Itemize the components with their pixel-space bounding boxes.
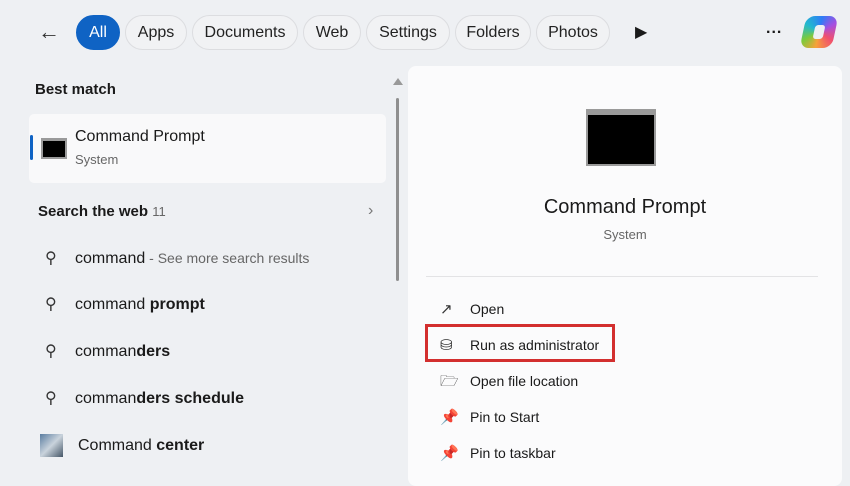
- action-label: Pin to taskbar: [470, 445, 556, 461]
- command-prompt-large-icon: [586, 109, 656, 166]
- result-text: Command: [78, 437, 157, 454]
- best-match-title: Command Prompt: [75, 128, 205, 145]
- result-text: comman: [75, 343, 137, 360]
- tab-settings[interactable]: Settings: [366, 15, 450, 50]
- action-label: Pin to Start: [470, 409, 540, 425]
- search-web-label: Search the web: [38, 203, 149, 220]
- result-text-bold: center: [156, 437, 205, 454]
- search-icon: ⚲: [45, 343, 57, 360]
- web-result[interactable]: ⚲ commanders schedule: [45, 387, 244, 411]
- best-match-result[interactable]: [29, 114, 386, 183]
- best-match-subtitle: System: [75, 152, 119, 167]
- thumbnail-image: [40, 434, 78, 458]
- search-icon: ⚲: [45, 390, 57, 407]
- pin-icon: 📌: [440, 409, 459, 426]
- pin-icon: 📌: [440, 445, 459, 462]
- action-label: Open: [470, 301, 505, 317]
- web-result[interactable]: ⚲ commanders: [45, 340, 170, 364]
- result-text: command: [75, 250, 146, 267]
- result-text-bold: prompt: [149, 296, 205, 313]
- action-label: Run as administrator: [470, 337, 600, 353]
- scrollbar-thumb[interactable]: [396, 98, 399, 281]
- command-prompt-icon: [41, 138, 67, 159]
- copilot-icon[interactable]: [799, 16, 839, 48]
- details-title: Command Prompt: [543, 196, 707, 218]
- chevron-right-icon[interactable]: ›: [368, 202, 373, 220]
- action-run-as-administrator[interactable]: ⛁ Run as administrator: [440, 334, 599, 356]
- selection-indicator: [30, 135, 33, 160]
- tab-documents[interactable]: Documents: [192, 15, 298, 50]
- tab-web[interactable]: Web: [303, 15, 361, 50]
- result-text: command: [75, 296, 150, 313]
- search-icon: ⚲: [45, 296, 57, 313]
- search-web-count: 11: [152, 204, 166, 219]
- search-web-heading[interactable]: Search the web 11: [38, 203, 166, 220]
- divider: [426, 276, 818, 277]
- tab-photos[interactable]: Photos: [536, 15, 610, 50]
- more-tabs-play-icon[interactable]: ▶: [635, 22, 647, 42]
- action-open[interactable]: ↗ Open: [440, 298, 504, 320]
- details-subtitle: System: [603, 227, 647, 242]
- action-pin-to-start[interactable]: 📌 Pin to Start: [440, 406, 539, 428]
- web-result[interactable]: ⚲ command - See more search results: [45, 246, 309, 270]
- result-text-bold: ders schedule: [136, 390, 244, 407]
- scroll-up-arrow[interactable]: [393, 78, 403, 85]
- shield-icon: ⛁: [440, 337, 453, 354]
- open-external-icon: ↗: [440, 301, 453, 318]
- action-pin-to-taskbar[interactable]: 📌 Pin to taskbar: [440, 442, 556, 464]
- web-result[interactable]: ⚲ command prompt: [45, 293, 205, 317]
- result-hint: - See more search results: [145, 250, 310, 266]
- tab-folders[interactable]: Folders: [455, 15, 531, 50]
- action-label: Open file location: [470, 373, 579, 389]
- web-result[interactable]: Command center: [40, 434, 204, 458]
- action-open-file-location[interactable]: 🗁 Open file location: [440, 370, 578, 392]
- result-text: comman: [75, 390, 137, 407]
- tab-all[interactable]: All: [76, 15, 120, 50]
- tab-apps[interactable]: Apps: [125, 15, 187, 50]
- search-icon: ⚲: [45, 250, 57, 267]
- back-button[interactable]: ←: [38, 20, 64, 44]
- best-match-heading: Best match: [35, 81, 116, 98]
- more-options-button[interactable]: ...: [766, 20, 782, 38]
- folder-icon: 🗁: [440, 373, 459, 390]
- result-text-bold: ders: [136, 343, 171, 360]
